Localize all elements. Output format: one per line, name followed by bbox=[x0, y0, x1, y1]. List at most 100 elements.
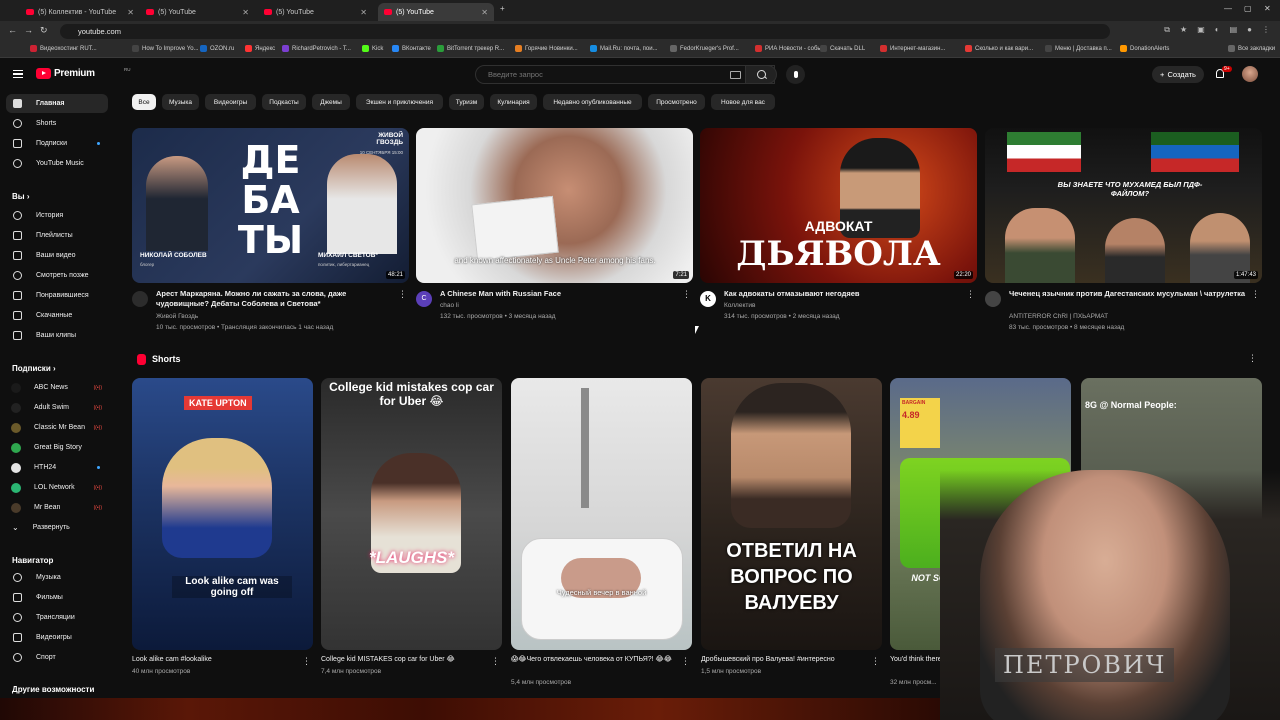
sidebar-item-home[interactable]: Главная bbox=[6, 94, 108, 113]
channel-name[interactable]: Живой Гвоздь bbox=[156, 313, 198, 320]
close-tab-icon[interactable]: ✕ bbox=[127, 8, 134, 17]
browser-tab[interactable]: (5) Коллектив - YouTube ✕ bbox=[20, 3, 140, 21]
bookmark-item[interactable]: Скачать DLL bbox=[820, 45, 865, 52]
short-title[interactable]: College kid MISTAKES cop car for Uber 😂 bbox=[321, 655, 486, 665]
more-options-icon[interactable]: ⋮ bbox=[966, 289, 975, 300]
reload-icon[interactable]: ↻ bbox=[40, 25, 48, 36]
close-tab-icon[interactable]: ✕ bbox=[242, 8, 249, 17]
video-thumbnail[interactable]: and known affectionately as Uncle Peter … bbox=[416, 128, 693, 283]
filter-chip[interactable]: Просмотрено bbox=[648, 94, 705, 110]
bookmark-item[interactable]: RichardPetrovich - T... bbox=[282, 45, 351, 52]
filter-chip[interactable]: Подкасты bbox=[262, 94, 306, 110]
profile-icon[interactable]: ● bbox=[1247, 25, 1252, 35]
browser-tab[interactable]: (5) YouTube ✕ bbox=[258, 3, 373, 21]
sidebar-item-history[interactable]: История bbox=[6, 206, 108, 225]
bookmark-item[interactable]: Все закладки bbox=[1228, 45, 1275, 52]
filter-chip[interactable]: Музыка bbox=[162, 94, 199, 110]
extension-icon[interactable]: ▤ bbox=[1230, 25, 1238, 35]
youtube-premium-logo[interactable]: Premium RU bbox=[36, 67, 131, 79]
extension-icon[interactable]: ▣ bbox=[1197, 25, 1205, 35]
extension-icon[interactable]: ◐ bbox=[1215, 25, 1220, 35]
sidebar-section-you[interactable]: Вы › bbox=[12, 192, 30, 201]
short-thumbnail[interactable]: College kid mistakes cop car for Uber 😂 … bbox=[321, 378, 502, 650]
short-thumbnail[interactable]: Чудесный вечер в ванной bbox=[511, 378, 692, 650]
sidebar-item-clips[interactable]: Ваши клипы bbox=[6, 326, 108, 345]
filter-chip[interactable]: Туризм bbox=[449, 94, 484, 110]
bookmark-item[interactable]: Меню | Доставка п... bbox=[1045, 45, 1112, 52]
more-options-icon[interactable]: ⋮ bbox=[491, 656, 500, 667]
bookmark-item[interactable]: FedorKrueger's Prof... bbox=[670, 45, 739, 52]
sidebar-item-music[interactable]: Музыка bbox=[6, 568, 108, 587]
bookmark-item[interactable]: Видеохостинг RUT... bbox=[30, 45, 97, 52]
hamburger-menu-icon[interactable] bbox=[13, 70, 23, 78]
new-tab-icon[interactable]: + bbox=[500, 4, 505, 13]
channel-name[interactable]: ANTITERROR ChRI | ПХЬАРМАТ bbox=[1009, 313, 1108, 320]
short-thumbnail[interactable]: ОТВЕТИЛ НА ВОПРОС ПО ВАЛУЕВУ bbox=[701, 378, 882, 650]
maximize-icon[interactable]: ▢ bbox=[1244, 4, 1252, 13]
sidebar-item-sports[interactable]: Спорт bbox=[6, 648, 108, 667]
short-title[interactable]: Дробышевский про Валуева! #интересно bbox=[701, 655, 866, 665]
search-input[interactable] bbox=[486, 69, 730, 80]
account-avatar[interactable] bbox=[1242, 66, 1258, 82]
voice-search-button[interactable] bbox=[786, 65, 805, 84]
install-icon[interactable]: ⧉ bbox=[1164, 25, 1170, 35]
create-button[interactable]: + Создать bbox=[1152, 66, 1204, 83]
sidebar-item-shorts[interactable]: Shorts bbox=[6, 114, 108, 133]
sidebar-item-subscription[interactable]: LOL Network ((•)) bbox=[6, 478, 108, 497]
close-tab-icon[interactable]: ✕ bbox=[360, 8, 367, 17]
channel-avatar[interactable] bbox=[985, 291, 1001, 307]
channel-avatar[interactable] bbox=[132, 291, 148, 307]
more-options-icon[interactable]: ⋮ bbox=[871, 656, 880, 667]
video-title[interactable]: Чеченец язычник против Дагестанских мусу… bbox=[1009, 289, 1249, 299]
bookmark-item[interactable]: DonationAlerts bbox=[1120, 45, 1169, 52]
sidebar-item-subscription[interactable]: Adult Swim ((•)) bbox=[6, 398, 108, 417]
more-options-icon[interactable]: ⋮ bbox=[1251, 289, 1260, 300]
filter-chip[interactable]: Кулинария bbox=[490, 94, 537, 110]
channel-name[interactable]: Коллектив bbox=[724, 302, 755, 309]
bookmark-item[interactable]: ВКонтакте bbox=[392, 45, 431, 52]
bookmark-item[interactable]: Интернет-магазин... bbox=[880, 45, 945, 52]
channel-avatar[interactable]: K bbox=[700, 291, 716, 307]
filter-chip[interactable]: Джемы bbox=[312, 94, 350, 110]
bookmark-item[interactable]: Kick bbox=[362, 45, 383, 52]
sidebar-item-watch-later[interactable]: Смотреть позже bbox=[6, 266, 108, 285]
sidebar-item-live[interactable]: Трансляции bbox=[6, 608, 108, 627]
bookmark-item[interactable]: How To Improve Yo... bbox=[132, 45, 199, 52]
video-thumbnail[interactable]: АДВОКАТ ДЬЯВОЛА 22:20 bbox=[700, 128, 977, 283]
sidebar-item-your-videos[interactable]: Ваши видео bbox=[6, 246, 108, 265]
more-options-icon[interactable]: ⋮ bbox=[302, 656, 311, 667]
bookmark-item[interactable]: Яндекс bbox=[245, 45, 275, 52]
sidebar-item-subscription[interactable]: Classic Mr Bean ((•)) bbox=[6, 418, 108, 437]
sidebar-item-downloads[interactable]: Скачанные bbox=[6, 306, 108, 325]
filter-chip[interactable]: Экшен и приключения bbox=[356, 94, 443, 110]
sidebar-item-subscription[interactable]: HTH24 bbox=[6, 458, 108, 477]
channel-name[interactable]: chao li bbox=[440, 302, 459, 309]
minimize-icon[interactable]: — bbox=[1224, 4, 1232, 13]
back-icon[interactable]: ← bbox=[8, 25, 17, 35]
browser-menu-icon[interactable]: ⋮ bbox=[1262, 25, 1270, 35]
sidebar-section-subscriptions[interactable]: Подписки › bbox=[12, 364, 56, 373]
filter-chip[interactable]: Недавно опубликованные bbox=[543, 94, 642, 110]
sidebar-item-subscription[interactable]: ABC News ((•)) bbox=[6, 378, 108, 397]
close-tab-icon[interactable]: ✕ bbox=[481, 8, 488, 17]
video-thumbnail[interactable]: ДЕ БА ТЫ ЖИВОЙ ГВОЗДЬ 10 СЕНТЯБРЯ 15:00 НИ… bbox=[132, 128, 409, 283]
bookmark-item[interactable]: Горячие Новинки... bbox=[515, 45, 578, 52]
short-title[interactable]: 😱😂Чего отвлекаешь человека от КУПЬЯ?! 😂😂 bbox=[511, 655, 676, 665]
bookmark-item[interactable]: BitTorrent трекер R... bbox=[437, 45, 504, 52]
channel-avatar[interactable]: C bbox=[416, 291, 432, 307]
bookmark-item[interactable]: OZON.ru bbox=[200, 45, 234, 52]
bookmark-item[interactable]: Сколько и как вари... bbox=[965, 45, 1033, 52]
short-title[interactable]: Look alike cam #lookalike bbox=[132, 655, 297, 665]
filter-chip[interactable]: Все bbox=[132, 94, 156, 110]
sidebar-item-youtube-music[interactable]: YouTube Music bbox=[6, 154, 108, 173]
sidebar-item-subscription[interactable]: Great Big Story bbox=[6, 438, 108, 457]
browser-tab[interactable]: (5) YouTube ✕ bbox=[140, 3, 255, 21]
more-options-icon[interactable]: ⋮ bbox=[682, 289, 691, 300]
bookmark-star-icon[interactable]: ★ bbox=[1180, 25, 1187, 35]
more-options-icon[interactable]: ⋮ bbox=[398, 289, 407, 300]
keyboard-icon[interactable] bbox=[730, 71, 741, 79]
sidebar-item-subscriptions[interactable]: Подписки bbox=[6, 134, 108, 153]
sidebar-item-subscription[interactable]: Mr Bean ((•)) bbox=[6, 498, 108, 517]
video-title[interactable]: Арест Маркаряна. Можно ли сажать за слов… bbox=[156, 289, 396, 309]
sidebar-item-gaming[interactable]: Видеоигры bbox=[6, 628, 108, 647]
